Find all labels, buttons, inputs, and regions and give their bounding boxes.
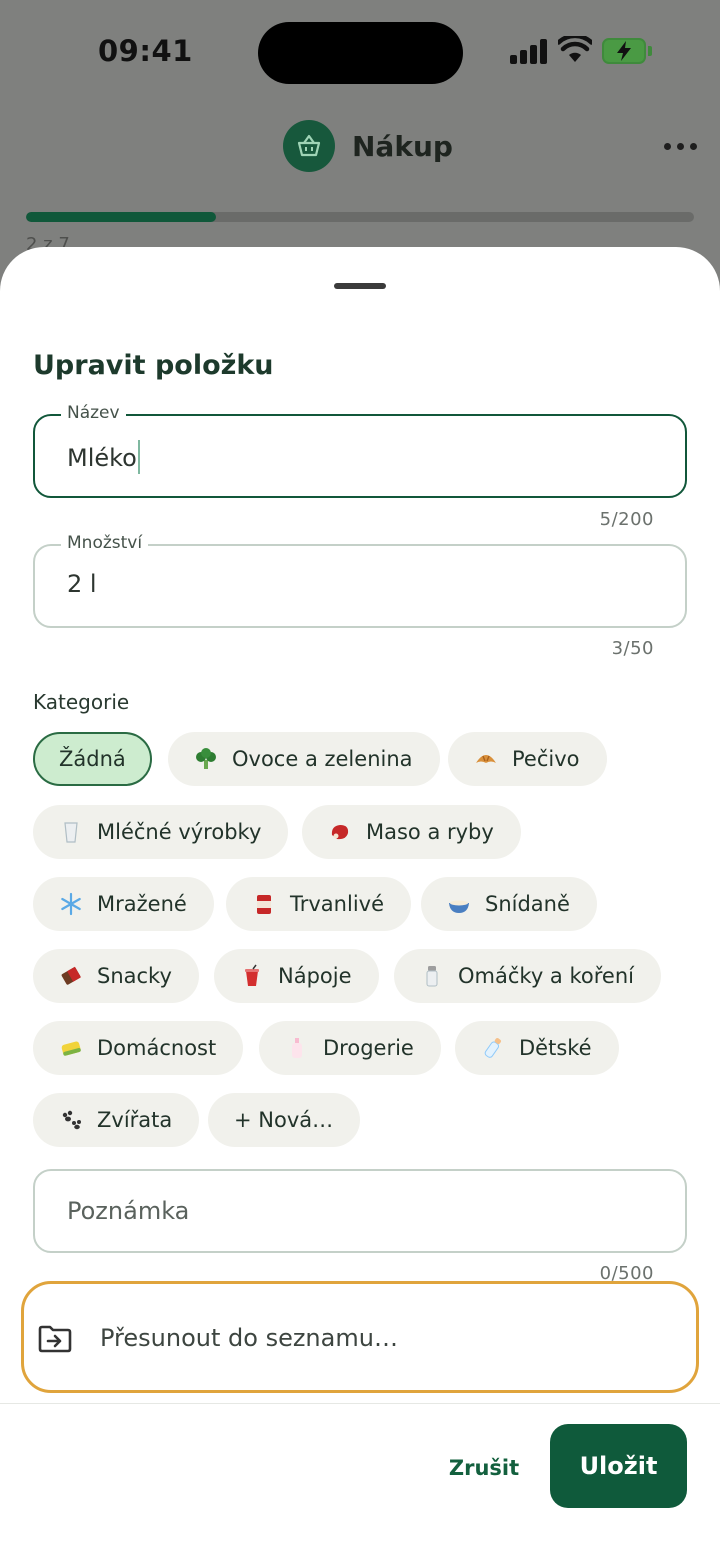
paw-prints-icon — [62, 1110, 81, 1130]
broccoli-icon — [196, 748, 216, 769]
category-chip-label: Žádná — [59, 747, 126, 771]
category-chip-label: Ovoce a zelenina — [232, 747, 413, 771]
dynamic-island — [258, 22, 463, 84]
category-chip-label: Snacky — [97, 964, 172, 988]
quantity-counter: 3/50 — [611, 638, 654, 659]
category-chip-produce[interactable]: Ovoce a zelenina — [168, 732, 440, 786]
category-chip-pantry[interactable]: Trvanlivé — [226, 877, 411, 931]
basket-logo — [283, 120, 335, 172]
name-field-value-wrap: Mléko — [67, 440, 140, 474]
category-chip-label: Domácnost — [97, 1036, 217, 1060]
category-chip-label: Trvanlivé — [290, 892, 384, 916]
category-chip-meat[interactable]: Maso a ryby — [302, 805, 521, 859]
lotion-bottle-icon — [292, 1038, 302, 1058]
category-chip-label: Dětské — [519, 1036, 592, 1060]
note-placeholder: Poznámka — [67, 1197, 190, 1225]
progress-fill — [26, 212, 217, 222]
name-field-value: Mléko — [67, 444, 137, 472]
more-options-icon[interactable] — [664, 140, 698, 154]
quantity-field[interactable]: Množství 2 l — [33, 533, 687, 628]
sponge-icon — [61, 1041, 81, 1056]
drink-cup-icon — [245, 964, 259, 986]
bowl-icon — [449, 900, 469, 913]
cancel-button[interactable]: Zrušit — [430, 1439, 538, 1497]
category-chip-drinks[interactable]: Nápoje — [214, 949, 379, 1003]
name-counter: 5/200 — [599, 509, 654, 530]
save-button[interactable]: Uložit — [550, 1424, 687, 1508]
folder-move-icon — [38, 1325, 72, 1353]
category-chip-label: Drogerie — [323, 1036, 414, 1060]
category-chip-label: Pečivo — [512, 747, 580, 771]
category-chip-label: Zvířata — [97, 1108, 173, 1132]
new-category-chip[interactable]: + Nová… — [208, 1093, 361, 1147]
note-field[interactable]: Poznámka — [33, 1169, 687, 1253]
category-chip-breakfast[interactable]: Snídaně — [421, 877, 597, 931]
category-chip-household[interactable]: Domácnost — [33, 1021, 244, 1075]
category-chip-snacks[interactable]: Snacky — [33, 949, 199, 1003]
snowflake-icon — [61, 892, 81, 916]
quantity-field-value: 2 l — [67, 570, 97, 598]
text-cursor — [137, 440, 140, 474]
category-chip-label: Nápoje — [278, 964, 352, 988]
baby-bottle-icon — [484, 1038, 501, 1058]
category-chip-label: Snídaně — [485, 892, 570, 916]
sheet-title: Upravit položku — [33, 350, 274, 381]
meat-icon — [331, 825, 349, 840]
chocolate-icon — [61, 966, 81, 985]
cellular-signal-icon — [510, 38, 548, 64]
quantity-field-label: Množství — [61, 533, 149, 553]
status-time: 09:41 — [98, 34, 193, 68]
charging-bolt-icon — [617, 41, 631, 61]
category-chip-label: Maso a ryby — [366, 820, 494, 844]
canned-food-icon — [257, 895, 271, 914]
croissant-icon — [476, 755, 496, 763]
app-header: Nákup — [0, 110, 720, 190]
name-field[interactable]: Název Mléko — [33, 403, 687, 498]
wifi-icon — [558, 36, 592, 62]
category-chip-none[interactable]: Žádná — [33, 732, 152, 786]
category-chip-dairy[interactable]: Mléčné výrobky — [33, 805, 289, 859]
category-chip-sauces[interactable]: Omáčky a koření — [394, 949, 661, 1003]
category-chip-bakery[interactable]: Pečivo — [448, 732, 607, 786]
category-chip-label: Omáčky a koření — [458, 964, 634, 988]
battery-tip — [648, 46, 652, 56]
move-to-list-label: Přesunout do seznamu… — [100, 1324, 398, 1352]
basket-icon — [297, 134, 321, 157]
category-chip-pets[interactable]: Zvířata — [33, 1093, 200, 1147]
edit-item-sheet: Upravit položku Název Mléko 5/200 Množst… — [0, 247, 720, 1564]
sheet-grabber[interactable] — [334, 283, 386, 289]
category-chip-label: + Nová… — [234, 1108, 334, 1132]
status-bar: 09:41 — [0, 0, 720, 104]
milk-glass-icon — [64, 822, 78, 843]
app-title: Nákup — [352, 130, 453, 163]
category-chip-baby[interactable]: Dětské — [455, 1021, 619, 1075]
category-chip-label: Mražené — [97, 892, 187, 916]
category-section-label: Kategorie — [33, 690, 130, 714]
salt-shaker-icon — [426, 966, 438, 987]
name-field-label: Název — [61, 403, 126, 423]
category-chip-label: Mléčné výrobky — [97, 820, 262, 844]
sheet-divider — [0, 1403, 720, 1404]
category-chip-drugstore[interactable]: Drogerie — [259, 1021, 441, 1075]
category-chip-frozen[interactable]: Mražené — [33, 877, 214, 931]
move-to-list-button[interactable]: Přesunout do seznamu… — [21, 1281, 699, 1393]
shopping-progress-bar — [26, 212, 694, 222]
